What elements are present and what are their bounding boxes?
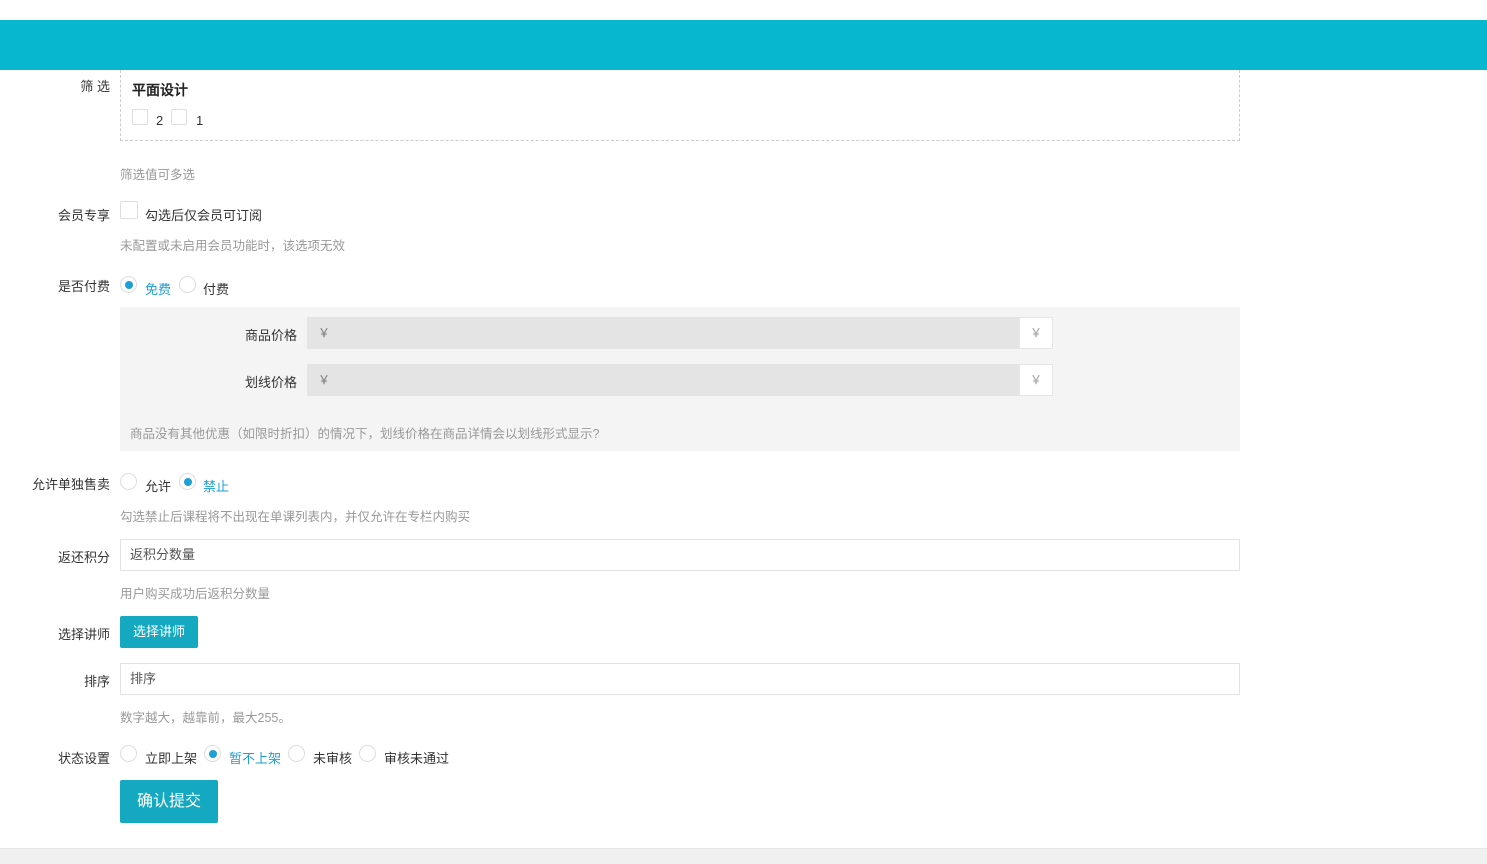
paid-radio-paid-label[interactable]: 付费 (203, 279, 229, 298)
price-hint: 商品没有其他优惠（如限时折扣）的情况下，划线价格在商品详情会以划线形式显示? (130, 427, 600, 441)
sell-alone-label: 允许单独售卖 (31, 477, 110, 492)
status-radio-unreviewed[interactable] (288, 745, 305, 762)
lecturer-label: 选择讲师 (57, 627, 110, 642)
filter-option-label: 1 (196, 113, 204, 128)
status-radio-not-publish[interactable] (204, 745, 221, 762)
filter-group-title: 平面设计 (132, 82, 188, 98)
paid-radio-free-label[interactable]: 免费 (145, 279, 171, 298)
status-radio-publish-now-label[interactable]: 立即上架 (145, 748, 197, 767)
paid-radio-free[interactable] (120, 276, 137, 293)
points-label: 返还积分 (57, 550, 110, 565)
filter-hint: 筛选值可多选 (120, 168, 196, 182)
member-only-checkbox[interactable] (120, 201, 138, 219)
sell-alone-radio-forbid[interactable] (179, 473, 196, 490)
points-input[interactable]: 返积分数量 (120, 539, 1240, 571)
member-only-label: 会员专享 (57, 208, 110, 223)
sell-alone-radio-forbid-label[interactable]: 禁止 (203, 476, 229, 495)
filter-label: 筛 选 (80, 79, 110, 94)
sort-label: 排序 (83, 674, 110, 689)
sell-alone-radio-allow-label[interactable]: 允许 (145, 476, 171, 495)
sort-hint: 数字越大，越靠前，最大255。 (120, 711, 291, 725)
sell-alone-hint: 勾选禁止后课程将不出现在单课列表内，并仅允许在专栏内购买 (120, 510, 471, 524)
status-radio-rejected[interactable] (359, 745, 376, 762)
price-label: 商品价格 (245, 328, 298, 343)
status-radio-publish-now[interactable] (120, 745, 137, 762)
price-panel: 商品价格 ￥ ￥ 划线价格 ￥ ￥ 商品没有其他优惠（如限时折扣）的情况下，划线… (120, 307, 1240, 451)
member-only-checkbox-label[interactable]: 勾选后仅会员可订阅 (145, 205, 262, 224)
filter-option-checkbox[interactable] (171, 109, 187, 125)
price-input[interactable]: ￥ (307, 317, 1019, 349)
paid-radio-paid[interactable] (179, 276, 196, 293)
status-radio-not-publish-label[interactable]: 暂不上架 (229, 748, 281, 767)
sell-alone-radio-allow[interactable] (120, 473, 137, 490)
status-radio-unreviewed-label[interactable]: 未审核 (313, 748, 352, 767)
bottom-bar (0, 848, 1487, 864)
strike-price-label: 划线价格 (245, 375, 298, 390)
member-only-hint: 未配置或未启用会员功能时，该选项无效 (120, 239, 346, 253)
top-header-bar (0, 20, 1487, 70)
sort-input[interactable]: 排序 (120, 663, 1240, 695)
filter-option-label: 2 (156, 113, 164, 128)
strike-price-currency-addon: ￥ (1019, 364, 1053, 396)
submit-button[interactable]: 确认提交 (120, 780, 218, 823)
status-radio-rejected-label[interactable]: 审核未通过 (384, 748, 449, 767)
price-currency-addon: ￥ (1019, 317, 1053, 349)
strike-price-input[interactable]: ￥ (307, 364, 1019, 396)
status-label: 状态设置 (57, 751, 110, 766)
select-lecturer-button[interactable]: 选择讲师 (120, 616, 198, 648)
filter-box: 平面设计 2 1 (120, 70, 1240, 141)
filter-option-checkbox[interactable] (132, 109, 148, 125)
points-hint: 用户购买成功后返积分数量 (120, 587, 271, 601)
paid-label: 是否付费 (57, 279, 110, 294)
